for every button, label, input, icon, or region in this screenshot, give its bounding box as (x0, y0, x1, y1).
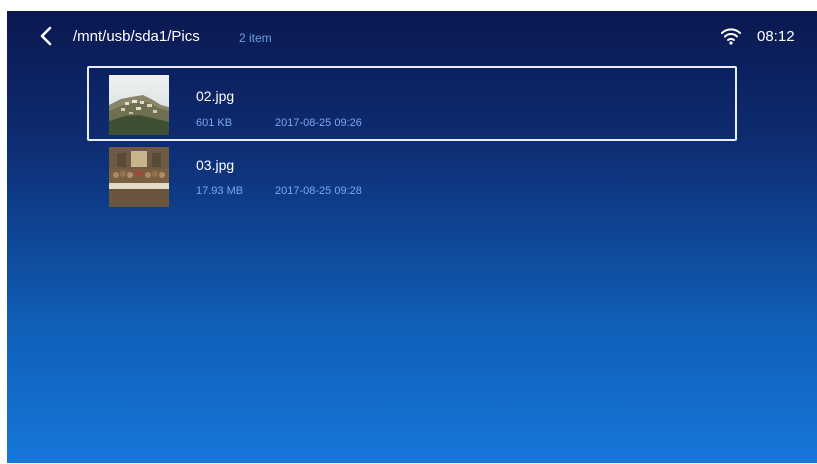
file-row[interactable]: 03.jpg 17.93 MB 2017-08-25 09:28 (87, 141, 737, 211)
item-count: 2 item (239, 31, 272, 45)
hillside-town-thumbnail (109, 75, 169, 135)
file-browser-screen: /mnt/usb/sda1/Pics 2 item 08:12 02.jpg 6… (7, 11, 817, 463)
clock: 08:12 (757, 28, 795, 45)
current-path: /mnt/usb/sda1/Pics (73, 28, 200, 45)
chevron-left-icon (40, 26, 52, 46)
file-date: 2017-08-25 09:26 (275, 117, 362, 129)
header-bar: /mnt/usb/sda1/Pics 2 item 08:12 (7, 11, 817, 61)
file-row[interactable]: 02.jpg 601 KB 2017-08-25 09:26 (87, 66, 737, 141)
file-name: 03.jpg (196, 157, 235, 173)
painting-thumbnail (109, 147, 169, 207)
file-date: 2017-08-25 09:28 (275, 185, 362, 197)
file-list: 02.jpg 601 KB 2017-08-25 09:26 03.jpg 17… (87, 66, 741, 211)
file-size: 17.93 MB (196, 185, 244, 197)
wifi-icon (721, 28, 741, 45)
file-size: 601 KB (196, 117, 233, 129)
file-name: 02.jpg (196, 88, 235, 104)
back-button[interactable] (35, 24, 57, 48)
